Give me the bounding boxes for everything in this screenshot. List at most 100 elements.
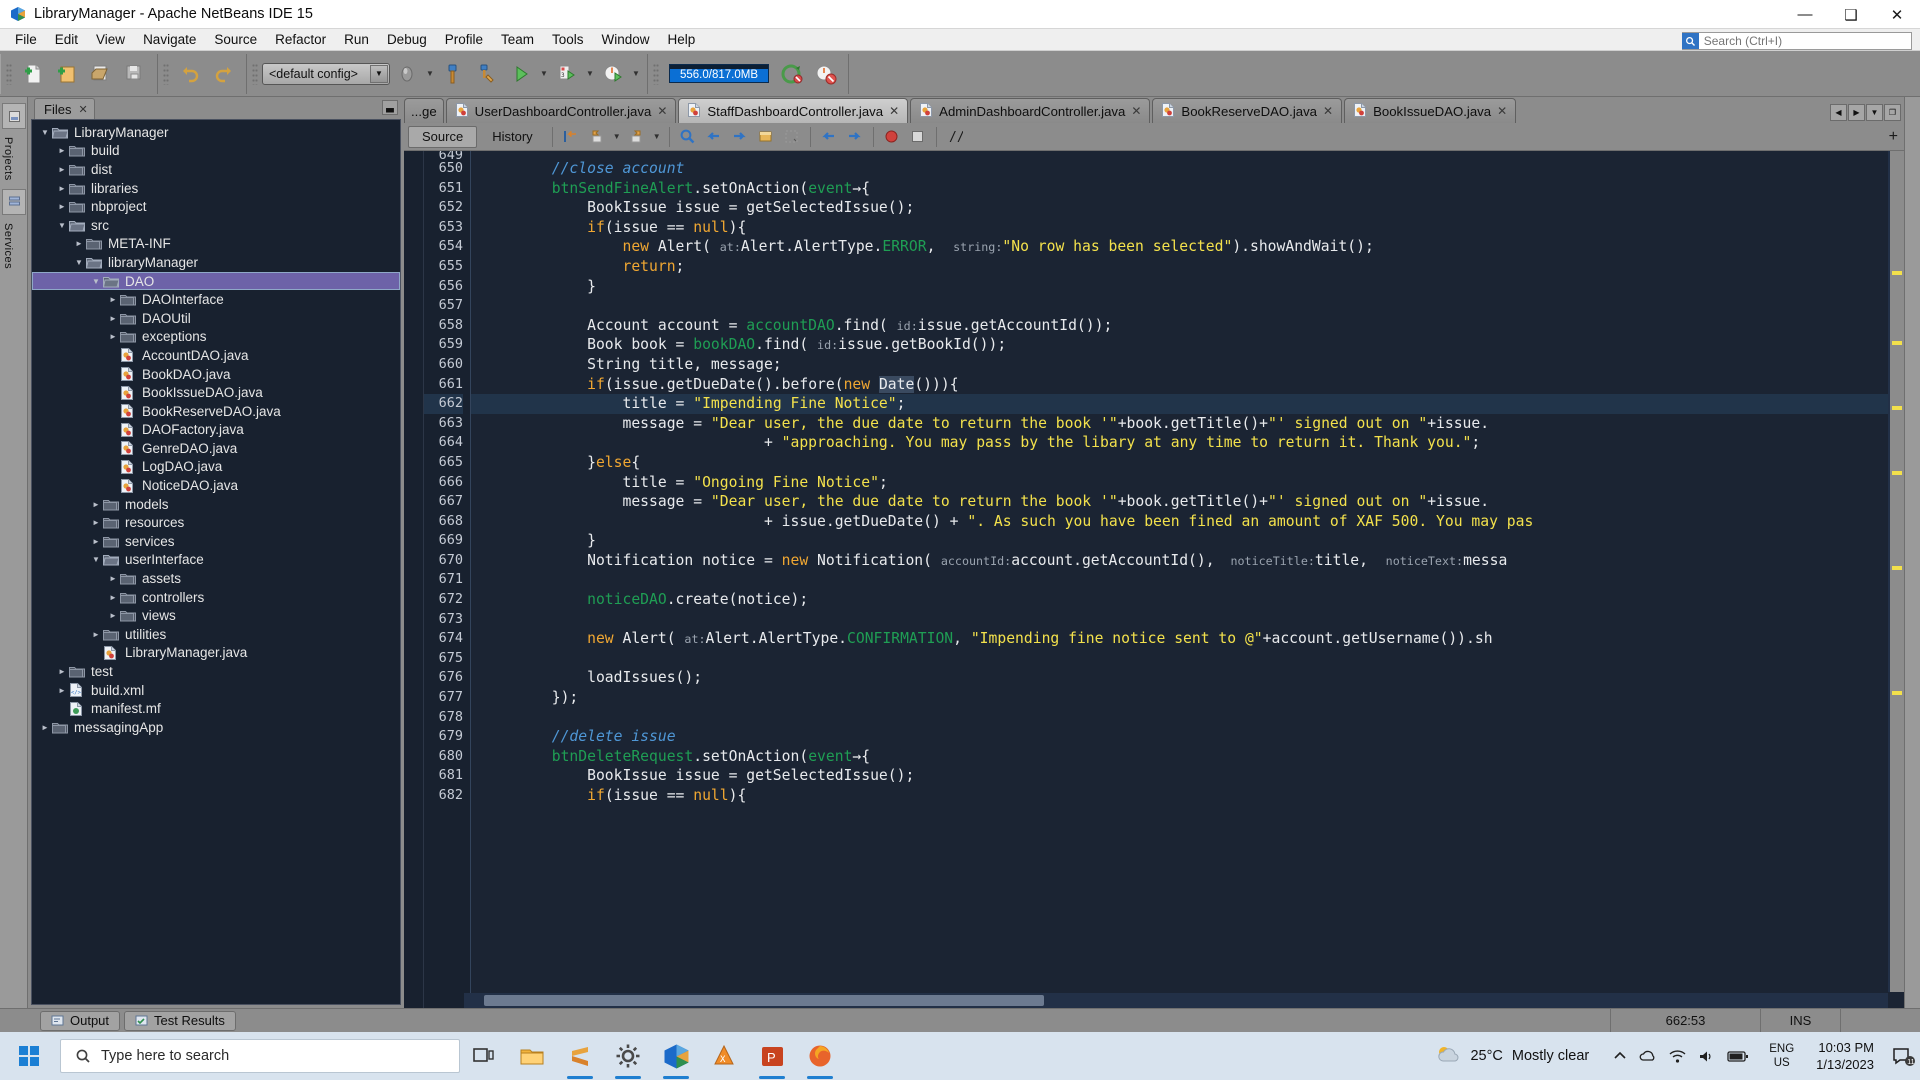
editor-tab[interactable]: AdminDashboardController.java ✕ <box>910 98 1151 123</box>
maximize-editor-button[interactable]: ❐ <box>1884 104 1901 121</box>
tree-node[interactable]: ► assets <box>32 569 400 588</box>
last-edit-icon[interactable] <box>559 126 583 148</box>
close-button[interactable]: ✕ <box>1874 0 1920 29</box>
menu-team[interactable]: Team <box>492 30 543 49</box>
code-line[interactable] <box>471 570 1904 590</box>
code-line[interactable]: //close account <box>471 159 1904 179</box>
editor-tab[interactable]: UserDashboardController.java ✕ <box>445 98 677 123</box>
save-all-icon[interactable] <box>118 57 152 91</box>
tree-node[interactable]: ► DAOInterface <box>32 290 400 309</box>
build-project-icon[interactable] <box>436 57 470 91</box>
windows-start-icon[interactable] <box>0 1032 58 1080</box>
tree-node[interactable]: DAOFactory.java <box>32 421 400 440</box>
next-error-icon[interactable] <box>843 126 867 148</box>
editor-tabs[interactable]: ...ge UserDashboardController.java ✕ StaffD… <box>404 98 1827 123</box>
code-line[interactable]: Notification notice = new Notification( … <box>471 551 1904 571</box>
netbeans-icon[interactable] <box>652 1032 700 1080</box>
chevron-right-icon[interactable]: ► <box>106 295 120 304</box>
stop-icon[interactable] <box>906 126 930 148</box>
network-icon[interactable] <box>1669 1049 1686 1064</box>
code-line[interactable]: Book book = bookDAO.find( id:issue.getBo… <box>471 335 1904 355</box>
next-bookmark-icon[interactable] <box>728 126 752 148</box>
minimize-panel-button[interactable]: ▃ <box>382 100 398 115</box>
chevron-right-icon[interactable]: ► <box>89 518 103 527</box>
memory-monitor[interactable]: 556.0/817.0MB <box>663 64 775 83</box>
tree-node[interactable]: ► resources <box>32 513 400 532</box>
editor-tab[interactable]: ...ge <box>404 98 444 123</box>
chevron-down-icon[interactable]: ▼ <box>370 64 388 83</box>
tree-node[interactable]: ▼ src <box>32 216 400 235</box>
scroll-tabs-left-button[interactable]: ◀ <box>1830 104 1847 121</box>
toolbar-grip[interactable] <box>163 62 169 85</box>
code-content[interactable]: //close account btnSendFineAlert.setOnAc… <box>471 151 1904 1008</box>
tree-node[interactable]: ► test <box>32 662 400 681</box>
chevron-down-icon[interactable]: ▼ <box>630 69 642 78</box>
tree-node[interactable]: ► build <box>32 142 400 161</box>
tree-node[interactable]: manifest.mf <box>32 699 400 718</box>
close-icon[interactable]: ✕ <box>1131 104 1141 118</box>
menu-debug[interactable]: Debug <box>378 30 436 49</box>
tree-node[interactable]: ▼ userInterface <box>32 551 400 570</box>
chevron-right-icon[interactable]: ► <box>106 574 120 583</box>
find-selection-icon[interactable] <box>676 126 700 148</box>
tree-node[interactable]: NoticeDAO.java <box>32 476 400 495</box>
tree-node[interactable]: ► </> build.xml <box>32 681 400 700</box>
garbage-collect-icon[interactable] <box>775 57 809 91</box>
code-line[interactable] <box>471 610 1904 630</box>
menu-run[interactable]: Run <box>335 30 378 49</box>
chevron-right-icon[interactable]: ► <box>55 686 69 695</box>
tree-node[interactable]: LibraryManager.java <box>32 644 400 663</box>
tree-node[interactable]: ► controllers <box>32 588 400 607</box>
minimize-window-group-icon[interactable] <box>2 103 26 129</box>
chevron-down-icon[interactable]: ▼ <box>584 69 596 78</box>
code-line[interactable] <box>471 296 1904 316</box>
clock[interactable]: 10:03 PM 1/13/2023 <box>1804 1039 1886 1073</box>
editor-annotation-gutter[interactable] <box>404 151 424 1008</box>
chevron-down-icon[interactable]: ▼ <box>89 555 103 564</box>
chevron-right-icon[interactable]: ► <box>106 611 120 620</box>
onedrive-icon[interactable] <box>1639 1048 1657 1064</box>
minimize-button[interactable]: — <box>1782 0 1828 29</box>
chevron-right-icon[interactable]: ► <box>55 184 69 193</box>
error-stripe-mark[interactable] <box>1892 406 1902 410</box>
chevron-right-icon[interactable]: ► <box>89 537 103 546</box>
sidebar-item-projects[interactable]: Projects <box>2 137 14 181</box>
view-source-button[interactable]: Source <box>408 125 478 148</box>
firefox-icon[interactable] <box>796 1032 844 1080</box>
tree-node[interactable]: BookIssueDAO.java <box>32 383 400 402</box>
code-line[interactable]: } <box>471 531 1904 551</box>
menu-help[interactable]: Help <box>659 30 705 49</box>
chevron-down-icon[interactable]: ▼ <box>424 69 436 78</box>
editor-tab[interactable]: BookIssueDAO.java ✕ <box>1344 98 1517 123</box>
code-line[interactable]: loadIssues(); <box>471 668 1904 688</box>
code-editor[interactable]: 649 650 651 652 653 654 655 656 657 658 659 660 661 6… <box>404 151 1904 1008</box>
maximize-button[interactable]: ❑ <box>1828 0 1874 29</box>
xampp-icon[interactable]: X <box>700 1032 748 1080</box>
tree-node[interactable]: GenreDAO.java <box>32 439 400 458</box>
profile-stop-icon[interactable] <box>809 57 843 91</box>
clean-build-icon[interactable] <box>470 57 504 91</box>
code-line[interactable]: BookIssue issue = getSelectedIssue(); <box>471 198 1904 218</box>
close-icon[interactable]: ✕ <box>1323 104 1333 118</box>
chevron-down-icon[interactable]: ▼ <box>38 128 52 137</box>
volume-icon[interactable] <box>1698 1049 1715 1064</box>
sublime-text-icon[interactable] <box>556 1032 604 1080</box>
menu-profile[interactable]: Profile <box>436 30 492 49</box>
tree-node[interactable]: ► views <box>32 606 400 625</box>
search-input[interactable] <box>1698 34 1911 48</box>
toolbar-grip[interactable] <box>252 62 258 85</box>
code-line[interactable]: } <box>471 277 1904 297</box>
close-icon[interactable]: ✕ <box>657 104 667 118</box>
tree-node[interactable]: ► services <box>32 532 400 551</box>
powerpoint-icon[interactable]: P <box>748 1032 796 1080</box>
add-editor-tab-button[interactable]: + <box>1889 128 1898 146</box>
task-view-icon[interactable] <box>460 1032 508 1080</box>
new-file-icon[interactable] <box>16 57 50 91</box>
menu-window[interactable]: Window <box>593 30 659 49</box>
chevron-down-icon[interactable]: ▼ <box>55 221 69 230</box>
tree-node[interactable]: AccountDAO.java <box>32 346 400 365</box>
code-line[interactable]: btnSendFineAlert.setOnAction(event→{ <box>471 179 1904 199</box>
forward-icon[interactable] <box>625 126 649 148</box>
code-line[interactable]: //delete issue <box>471 727 1904 747</box>
code-line[interactable]: }else{ <box>471 453 1904 473</box>
